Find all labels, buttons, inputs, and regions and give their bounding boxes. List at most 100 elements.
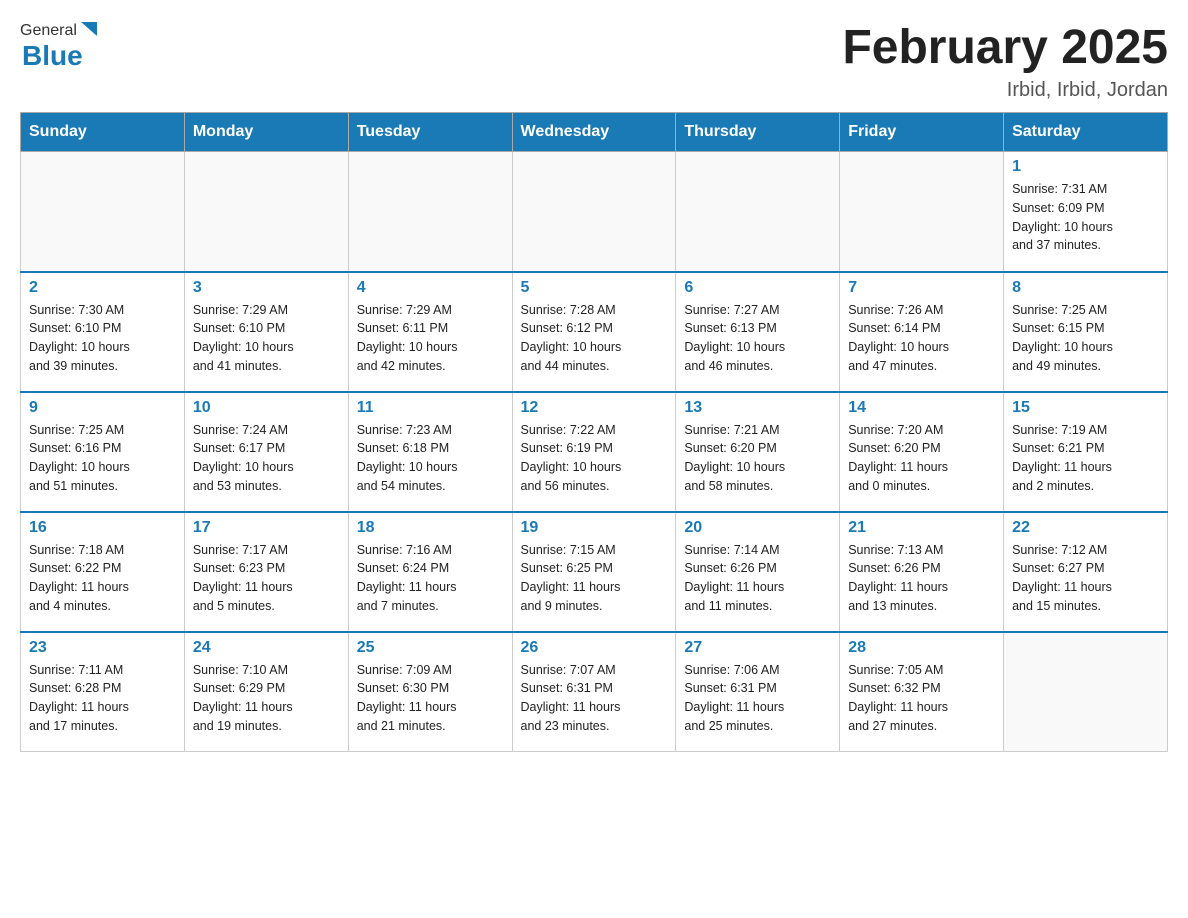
day-number: 14 — [848, 399, 995, 417]
calendar-week-row: 2 Sunrise: 7:30 AM Sunset: 6:10 PM Daylig… — [21, 272, 1168, 392]
day-info: Sunrise: 7:14 AM Sunset: 6:26 PM Dayligh… — [684, 541, 831, 616]
day-info: Sunrise: 7:29 AM Sunset: 6:11 PM Dayligh… — [357, 301, 504, 376]
day-number: 1 — [1012, 158, 1159, 176]
day-info: Sunrise: 7:18 AM Sunset: 6:22 PM Dayligh… — [29, 541, 176, 616]
calendar-week-row: 23Sunrise: 7:11 AM Sunset: 6:28 PM Dayli… — [21, 632, 1168, 752]
calendar-week-row: 1Sunrise: 7:31 AM Sunset: 6:09 PM Daylig… — [21, 152, 1168, 272]
day-info: Sunrise: 7:22 AM Sunset: 6:19 PM Dayligh… — [521, 421, 668, 496]
day-info: Sunrise: 7:10 AM Sunset: 6:29 PM Dayligh… — [193, 661, 340, 736]
calendar-cell: 6 Sunrise: 7:27 AM Sunset: 6:13 PM Daylig… — [676, 272, 840, 392]
day-number: 8 — [1012, 279, 1159, 297]
calendar-cell — [512, 152, 676, 272]
day-number: 6 — [684, 279, 831, 297]
calendar-cell: 22 Sunrise: 7:12 AM Sunset: 6:27 PM Dayli… — [1004, 512, 1168, 632]
day-number: 5 — [521, 279, 668, 297]
calendar-cell: 9 Sunrise: 7:25 AM Sunset: 6:16 PM Daylig… — [21, 392, 185, 512]
day-header-wednesday: Wednesday — [512, 113, 676, 152]
calendar-cell: 2 Sunrise: 7:30 AM Sunset: 6:10 PM Daylig… — [21, 272, 185, 392]
calendar-cell: 15 Sunrise: 7:19 AM Sunset: 6:21 PM Dayli… — [1004, 392, 1168, 512]
day-header-tuesday: Tuesday — [348, 113, 512, 152]
calendar-cell: 4 Sunrise: 7:29 AM Sunset: 6:11 PM Daylig… — [348, 272, 512, 392]
calendar-cell: 19 Sunrise: 7:15 AM Sunset: 6:25 PM Dayli… — [512, 512, 676, 632]
day-info: Sunrise: 7:19 AM Sunset: 6:21 PM Dayligh… — [1012, 421, 1159, 496]
calendar-cell: 14 Sunrise: 7:20 AM Sunset: 6:20 PM Dayli… — [840, 392, 1004, 512]
day-header-sunday: Sunday — [21, 113, 185, 152]
day-number: 21 — [848, 519, 995, 537]
day-info: Sunrise: 7:30 AM Sunset: 6:10 PM Dayligh… — [29, 301, 176, 376]
calendar-table: SundayMondayTuesdayWednesdayThursdayFrid… — [20, 112, 1168, 752]
calendar-cell: 23Sunrise: 7:11 AM Sunset: 6:28 PM Dayli… — [21, 632, 185, 752]
calendar-cell: 16 Sunrise: 7:18 AM Sunset: 6:22 PM Dayli… — [21, 512, 185, 632]
day-number: 2 — [29, 279, 176, 297]
calendar-cell: 5 Sunrise: 7:28 AM Sunset: 6:12 PM Daylig… — [512, 272, 676, 392]
day-number: 4 — [357, 279, 504, 297]
day-header-thursday: Thursday — [676, 113, 840, 152]
day-info: Sunrise: 7:15 AM Sunset: 6:25 PM Dayligh… — [521, 541, 668, 616]
day-number: 12 — [521, 399, 668, 417]
calendar-cell: 10 Sunrise: 7:24 AM Sunset: 6:17 PM Dayli… — [184, 392, 348, 512]
calendar-cell: 18 Sunrise: 7:16 AM Sunset: 6:24 PM Dayli… — [348, 512, 512, 632]
day-info: Sunrise: 7:12 AM Sunset: 6:27 PM Dayligh… — [1012, 541, 1159, 616]
day-number: 27 — [684, 639, 831, 657]
day-number: 19 — [521, 519, 668, 537]
day-info: Sunrise: 7:05 AM Sunset: 6:32 PM Dayligh… — [848, 661, 995, 736]
day-number: 17 — [193, 519, 340, 537]
calendar-cell: 24 Sunrise: 7:10 AM Sunset: 6:29 PM Dayli… — [184, 632, 348, 752]
calendar-cell — [840, 152, 1004, 272]
calendar-cell: 25Sunrise: 7:09 AM Sunset: 6:30 PM Dayli… — [348, 632, 512, 752]
day-info: Sunrise: 7:23 AM Sunset: 6:18 PM Dayligh… — [357, 421, 504, 496]
page-header: General Blue February 2025 Irbid, Irbid,… — [20, 20, 1168, 102]
logo-general-text: General — [20, 23, 77, 39]
day-number: 23 — [29, 639, 176, 657]
calendar-cell: 20 Sunrise: 7:14 AM Sunset: 6:26 PM Dayli… — [676, 512, 840, 632]
calendar-week-row: 9 Sunrise: 7:25 AM Sunset: 6:16 PM Daylig… — [21, 392, 1168, 512]
calendar-cell — [1004, 632, 1168, 752]
calendar-cell: 27 Sunrise: 7:06 AM Sunset: 6:31 PM Dayli… — [676, 632, 840, 752]
logo-arrow-icon — [77, 20, 99, 42]
month-title: February 2025 — [842, 20, 1168, 75]
day-number: 22 — [1012, 519, 1159, 537]
calendar-cell: 17Sunrise: 7:17 AM Sunset: 6:23 PM Dayli… — [184, 512, 348, 632]
day-info: Sunrise: 7:21 AM Sunset: 6:20 PM Dayligh… — [684, 421, 831, 496]
calendar-cell: 26Sunrise: 7:07 AM Sunset: 6:31 PM Dayli… — [512, 632, 676, 752]
day-number: 24 — [193, 639, 340, 657]
day-number: 10 — [193, 399, 340, 417]
day-number: 18 — [357, 519, 504, 537]
day-info: Sunrise: 7:06 AM Sunset: 6:31 PM Dayligh… — [684, 661, 831, 736]
day-info: Sunrise: 7:25 AM Sunset: 6:15 PM Dayligh… — [1012, 301, 1159, 376]
day-header-monday: Monday — [184, 113, 348, 152]
day-header-saturday: Saturday — [1004, 113, 1168, 152]
day-number: 15 — [1012, 399, 1159, 417]
calendar-cell: 13 Sunrise: 7:21 AM Sunset: 6:20 PM Dayli… — [676, 392, 840, 512]
day-number: 28 — [848, 639, 995, 657]
day-info: Sunrise: 7:26 AM Sunset: 6:14 PM Dayligh… — [848, 301, 995, 376]
calendar-cell: 21 Sunrise: 7:13 AM Sunset: 6:26 PM Dayli… — [840, 512, 1004, 632]
logo: General Blue — [20, 20, 99, 70]
calendar-cell: 8 Sunrise: 7:25 AM Sunset: 6:15 PM Daylig… — [1004, 272, 1168, 392]
calendar-cell: 7Sunrise: 7:26 AM Sunset: 6:14 PM Daylig… — [840, 272, 1004, 392]
calendar-cell: 11 Sunrise: 7:23 AM Sunset: 6:18 PM Dayli… — [348, 392, 512, 512]
title-block: February 2025 Irbid, Irbid, Jordan — [842, 20, 1168, 102]
day-info: Sunrise: 7:24 AM Sunset: 6:17 PM Dayligh… — [193, 421, 340, 496]
day-info: Sunrise: 7:16 AM Sunset: 6:24 PM Dayligh… — [357, 541, 504, 616]
calendar-cell — [184, 152, 348, 272]
day-info: Sunrise: 7:25 AM Sunset: 6:16 PM Dayligh… — [29, 421, 176, 496]
day-number: 26 — [521, 639, 668, 657]
calendar-cell — [348, 152, 512, 272]
day-info: Sunrise: 7:13 AM Sunset: 6:26 PM Dayligh… — [848, 541, 995, 616]
calendar-header-row: SundayMondayTuesdayWednesdayThursdayFrid… — [21, 113, 1168, 152]
day-number: 13 — [684, 399, 831, 417]
calendar-cell: 28 Sunrise: 7:05 AM Sunset: 6:32 PM Dayli… — [840, 632, 1004, 752]
day-info: Sunrise: 7:20 AM Sunset: 6:20 PM Dayligh… — [848, 421, 995, 496]
logo-blue-text: Blue — [22, 40, 83, 71]
day-number: 16 — [29, 519, 176, 537]
day-info: Sunrise: 7:27 AM Sunset: 6:13 PM Dayligh… — [684, 301, 831, 376]
calendar-cell: 12 Sunrise: 7:22 AM Sunset: 6:19 PM Dayli… — [512, 392, 676, 512]
day-number: 20 — [684, 519, 831, 537]
calendar-week-row: 16 Sunrise: 7:18 AM Sunset: 6:22 PM Dayli… — [21, 512, 1168, 632]
day-info: Sunrise: 7:28 AM Sunset: 6:12 PM Dayligh… — [521, 301, 668, 376]
day-number: 11 — [357, 399, 504, 417]
calendar-cell: 1Sunrise: 7:31 AM Sunset: 6:09 PM Daylig… — [1004, 152, 1168, 272]
day-number: 3 — [193, 279, 340, 297]
day-number: 9 — [29, 399, 176, 417]
